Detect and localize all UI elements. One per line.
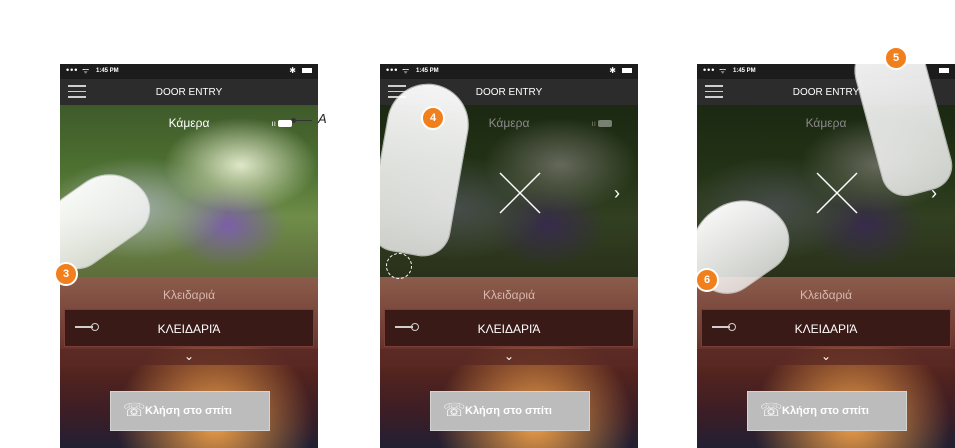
lock-button[interactable]: ΚΛΕΙΔΑΡΙΆ — [64, 309, 314, 347]
status-time: 1:45 PM — [733, 68, 756, 74]
callout-label-a: A — [318, 111, 327, 126]
wifi-icon: ᯤ — [719, 66, 727, 75]
wifi-icon: ᯤ — [402, 66, 410, 75]
close-icon[interactable] — [815, 171, 859, 215]
page-title: DOOR ENTRY — [155, 87, 223, 98]
camera-signal-icon: ıı — [272, 119, 292, 128]
expand-chevron-icon[interactable]: ⌄ — [60, 349, 318, 365]
step-badge-5: 5 — [884, 46, 908, 70]
signal-dots-icon: ••• — [703, 65, 716, 75]
title-bar: DOOR ENTRY — [60, 79, 318, 105]
battery-icon — [622, 68, 632, 73]
controls-panel: Κλειδαριά ΚΛΕΙΔΑΡΙΆ ⌄ ☏ Κλήση στο σπίτι — [380, 277, 638, 448]
phone-icon: ☏ — [123, 400, 146, 420]
phone-icon: ☏ — [443, 400, 466, 420]
bluetooth-icon: ✱ — [289, 66, 296, 75]
battery-icon — [939, 68, 949, 73]
expand-chevron-icon[interactable]: ⌄ — [697, 349, 955, 365]
step-badge-4: 4 — [421, 106, 445, 130]
wifi-icon: ᯤ — [82, 66, 90, 75]
lock-button-label: ΚΛΕΙΔΑΡΙΆ — [794, 322, 858, 336]
camera-signal-icon: ıı — [592, 119, 612, 128]
call-home-label: Κλήση στο σπίτι — [145, 405, 232, 417]
call-home-button[interactable]: ☏ Κλήση στο σπίτι — [430, 391, 590, 431]
lock-section-header: Κλειδαριά — [162, 288, 216, 302]
lock-button-label: ΚΛΕΙΔΑΡΙΆ — [477, 322, 541, 336]
phone-screen-3: ••• ᯤ 1:45 PM DOOR ENTRY Κάμερα › Κλειδα… — [697, 64, 955, 448]
phone-screen-1: ••• ᯤ 1:45 PM ✱ DOOR ENTRY Κάμερα ıı Κλε… — [60, 64, 318, 448]
step-badge-3: 3 — [54, 262, 78, 286]
phone-icon: ☏ — [760, 400, 783, 420]
lock-button-label: ΚΛΕΙΔΑΡΙΆ — [157, 322, 221, 336]
expand-chevron-icon[interactable]: ⌄ — [380, 349, 638, 365]
status-bar: ••• ᯤ 1:45 PM ✱ — [60, 64, 318, 79]
next-camera-icon[interactable]: › — [614, 183, 620, 204]
controls-panel: Κλειδαριά ΚΛΕΙΔΑΡΙΆ ⌄ ☏ Κλήση στο σπίτι — [60, 277, 318, 448]
status-bar: ••• ᯤ 1:45 PM ✱ — [380, 64, 638, 79]
call-home-label: Κλήση στο σπίτι — [465, 405, 552, 417]
lock-button[interactable]: ΚΛΕΙΔΑΡΙΆ — [701, 309, 951, 347]
microphone-mute-icon[interactable] — [386, 253, 412, 279]
controls-panel: Κλειδαριά ΚΛΕΙΔΑΡΙΆ ⌄ ☏ Κλήση στο σπίτι — [697, 277, 955, 448]
status-time: 1:45 PM — [96, 68, 119, 74]
phone-screen-2: ••• ᯤ 1:45 PM ✱ DOOR ENTRY Κάμερα ıı › Κ… — [380, 64, 638, 448]
call-home-button[interactable]: ☏ Κλήση στο σπίτι — [110, 391, 270, 431]
close-icon[interactable] — [498, 171, 542, 215]
lock-section-header: Κλειδαριά — [482, 288, 536, 302]
bluetooth-icon: ✱ — [609, 66, 616, 75]
call-home-button[interactable]: ☏ Κλήση στο σπίτι — [747, 391, 907, 431]
status-time: 1:45 PM — [416, 68, 439, 74]
call-home-label: Κλήση στο σπίτι — [782, 405, 869, 417]
step-badge-6: 6 — [695, 268, 719, 292]
signal-dots-icon: ••• — [386, 65, 399, 75]
lock-button[interactable]: ΚΛΕΙΔΑΡΙΆ — [384, 309, 634, 347]
battery-icon — [302, 68, 312, 73]
signal-dots-icon: ••• — [66, 65, 79, 75]
